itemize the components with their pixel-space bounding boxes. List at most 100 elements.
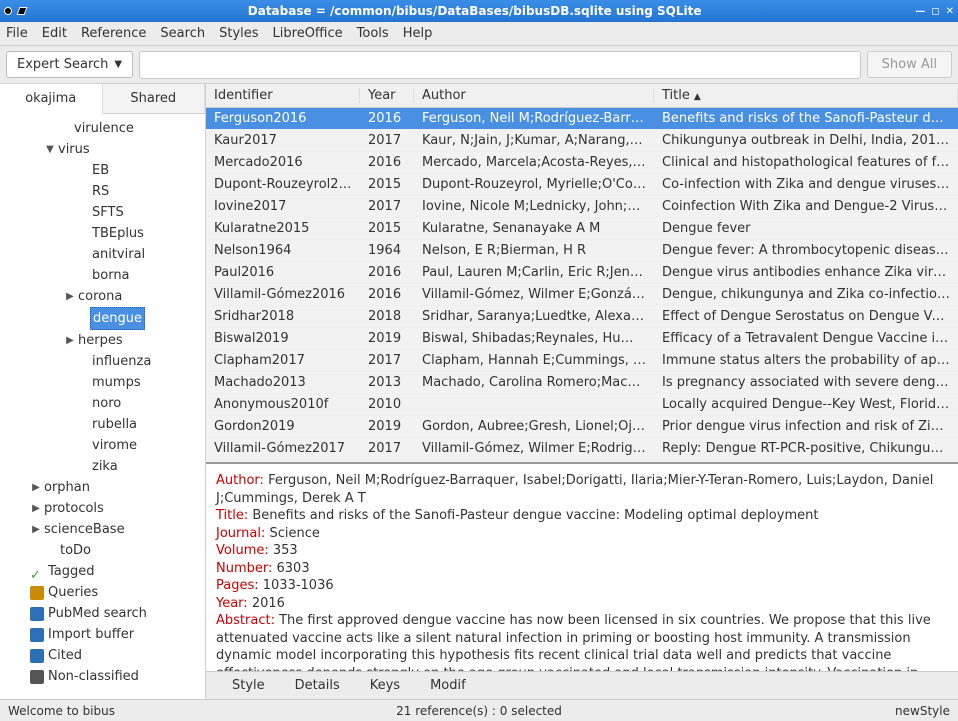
table-row[interactable]: Rosenbaum20182018Rosenbaum, LisaTrolleyo… <box>206 460 958 462</box>
table-row[interactable]: Machado20132013Machado, Carolina Romero;… <box>206 372 958 394</box>
menu-file[interactable]: File <box>6 26 28 41</box>
chevron-down-icon: ▼ <box>114 59 122 70</box>
tree-item-orphan[interactable]: ▶orphan <box>0 477 205 498</box>
tree-arrow-icon: ▶ <box>30 498 42 519</box>
tree-item-rubella[interactable]: rubella <box>0 414 205 435</box>
menu-styles[interactable]: Styles <box>219 26 258 41</box>
cell-id: Gordon2019 <box>206 419 360 434</box>
sidebar-queries[interactable]: Queries <box>0 582 205 603</box>
detail-tab-details[interactable]: Details <box>295 678 340 693</box>
col-author[interactable]: Author <box>414 88 654 103</box>
cell-title: Locally acquired Dengue--Key West, Flori… <box>654 397 958 412</box>
expert-search-button[interactable]: Expert Search ▼ <box>6 51 133 78</box>
tree-item-tbeplus[interactable]: TBEplus <box>0 223 205 244</box>
minimize-icon[interactable] <box>17 7 28 15</box>
table-row[interactable]: Paul20162016Paul, Lauren M;Carlin, Eric … <box>206 262 958 284</box>
tab-shared[interactable]: Shared <box>103 84 206 113</box>
sidebar-import-buffer[interactable]: Import buffer <box>0 624 205 645</box>
menu-tools[interactable]: Tools <box>357 26 389 41</box>
tab-okajima[interactable]: okajima <box>0 84 103 114</box>
status-mid: 21 reference(s) : 0 selected <box>322 704 636 718</box>
table-row[interactable]: Dupont-Rouzeyrol20152015Dupont-Rouzeyrol… <box>206 174 958 196</box>
cell-title: Reply: Dengue RT-PCR-positive, Chikungun… <box>654 441 958 456</box>
cell-author: Dupont-Rouzeyrol, Myrielle;O'Connor... <box>414 177 654 192</box>
tree-label: dengue <box>90 307 145 330</box>
tree-item-sfts[interactable]: SFTS <box>0 202 205 223</box>
table-row[interactable]: Villamil-Gómez20172017Villamil-Gómez, Wi… <box>206 438 958 460</box>
table-row[interactable]: Gordon20192019Gordon, Aubree;Gresh, Lion… <box>206 416 958 438</box>
close-icon[interactable] <box>4 7 12 15</box>
tree-arrow-icon: ▶ <box>64 330 76 351</box>
close-icon-right[interactable]: ✕ <box>946 6 954 17</box>
tree-item-eb[interactable]: EB <box>0 160 205 181</box>
col-year[interactable]: Year <box>360 88 414 103</box>
tree-item-sciencebase[interactable]: ▶scienceBase <box>0 519 205 540</box>
tree-label: SFTS <box>90 202 126 223</box>
sidebar-tagged[interactable]: ✓Tagged <box>0 561 205 582</box>
table-row[interactable]: Clapham20172017Clapham, Hannah E;Cumming… <box>206 350 958 372</box>
search-input[interactable] <box>139 51 861 79</box>
col-identifier[interactable]: Identifier <box>206 88 360 103</box>
sidebar-label: Queries <box>48 582 98 603</box>
iconify-icon[interactable]: — <box>915 6 925 17</box>
cell-year: 2015 <box>360 221 414 236</box>
menu-reference[interactable]: Reference <box>81 26 146 41</box>
maximize-icon[interactable]: ◻ <box>931 6 939 17</box>
cell-title: Is pregnancy associated with severe deng… <box>654 375 958 390</box>
table-row[interactable]: Ferguson20162016Ferguson, Neil M;Rodrígu… <box>206 108 958 130</box>
tree-item-virus[interactable]: ▼virus <box>0 139 205 160</box>
tree-item-mumps[interactable]: mumps <box>0 372 205 393</box>
tree-item-virome[interactable]: virome <box>0 435 205 456</box>
table-row[interactable]: Iovine20172017Iovine, Nicole M;Lednicky,… <box>206 196 958 218</box>
table-row[interactable]: Kularatne20152015Kularatne, Senanayake A… <box>206 218 958 240</box>
detail-tab-keys[interactable]: Keys <box>370 678 400 693</box>
tree-arrow-icon: ▶ <box>30 477 42 498</box>
tree-item-dengue[interactable]: dengue <box>0 307 205 330</box>
detail-tab-style[interactable]: Style <box>232 678 265 693</box>
col-title[interactable]: Title▲ <box>654 88 958 103</box>
cell-author: Biswal, Shibadas;Reynales, Humbert... <box>414 331 654 346</box>
tree-item-noro[interactable]: noro <box>0 393 205 414</box>
cell-author: Machado, Carolina Romero;Machado... <box>414 375 654 390</box>
queries-icon <box>30 586 44 600</box>
table-row[interactable]: Mercado20162016Mercado, Marcela;Acosta-R… <box>206 152 958 174</box>
table-row[interactable]: Kaur20172017Kaur, N;Jain, J;Kumar, A;Nar… <box>206 130 958 152</box>
tree-item-todo[interactable]: toDo <box>0 540 205 561</box>
menu-edit[interactable]: Edit <box>42 26 67 41</box>
sidebar-label: Tagged <box>48 561 95 582</box>
menu-libreoffice[interactable]: LibreOffice <box>273 26 343 41</box>
menu-help[interactable]: Help <box>403 26 433 41</box>
tree-label: virus <box>56 139 92 160</box>
cell-title: Dengue fever <box>654 221 958 236</box>
tree-label: protocols <box>42 498 106 519</box>
tree-item-corona[interactable]: ▶corona <box>0 286 205 307</box>
tree-item-anitviral[interactable]: anitviral <box>0 244 205 265</box>
sidebar-cited[interactable]: Cited <box>0 645 205 666</box>
tree-item-herpes[interactable]: ▶herpes <box>0 330 205 351</box>
table-row[interactable]: Sridhar20182018Sridhar, Saranya;Luedtke,… <box>206 306 958 328</box>
sidebar-non-classified[interactable]: Non-classified <box>0 666 205 687</box>
cell-year: 2010 <box>360 397 414 412</box>
sidebar-pubmed-search[interactable]: PubMed search <box>0 603 205 624</box>
detail-tab-modif[interactable]: Modif <box>430 678 466 693</box>
table-row[interactable]: Anonymous2010f2010Locally acquired Dengu… <box>206 394 958 416</box>
cell-id: Ferguson2016 <box>206 111 360 126</box>
statusbar: Welcome to bibus 21 reference(s) : 0 sel… <box>0 699 958 721</box>
cell-author: Sridhar, Saranya;Luedtke, Alexande... <box>414 309 654 324</box>
show-all-button[interactable]: Show All <box>867 51 952 78</box>
cell-year: 2017 <box>360 353 414 368</box>
sidebar-label: PubMed search <box>48 603 147 624</box>
menu-search[interactable]: Search <box>160 26 205 41</box>
tree-item-influenza[interactable]: influenza <box>0 351 205 372</box>
table-row[interactable]: Villamil-Gómez20162016Villamil-Gómez, Wi… <box>206 284 958 306</box>
tree-item-virulence[interactable]: virulence <box>0 118 205 139</box>
tree-item-borna[interactable]: borna <box>0 265 205 286</box>
tree-item-rs[interactable]: RS <box>0 181 205 202</box>
table-row[interactable]: Biswal20192019Biswal, Shibadas;Reynales,… <box>206 328 958 350</box>
cell-year: 2019 <box>360 419 414 434</box>
table-row[interactable]: Nelson19641964Nelson, E R;Bierman, H RDe… <box>206 240 958 262</box>
tree-item-protocols[interactable]: ▶protocols <box>0 498 205 519</box>
tree-arrow-icon: ▶ <box>64 286 76 307</box>
cell-title: Dengue virus antibodies enhance Zika vir… <box>654 265 958 280</box>
tree-item-zika[interactable]: zika <box>0 456 205 477</box>
